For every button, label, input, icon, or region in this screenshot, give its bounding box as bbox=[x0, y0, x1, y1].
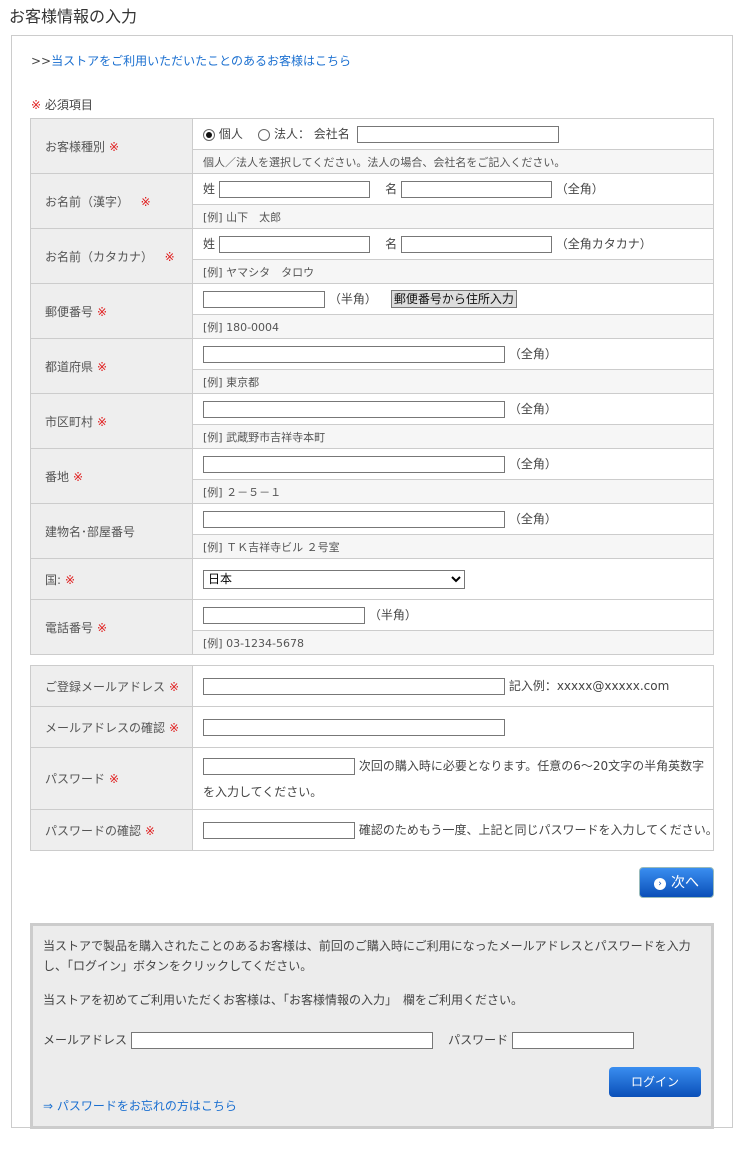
radio-individual-label: 個人 bbox=[218, 127, 243, 141]
required-note: ※ 必須項目 bbox=[31, 96, 93, 113]
example: [例] 180-0004 bbox=[192, 314, 714, 339]
new-customer-note: 当ストアを初めてご利用いただくお客様は、「お客様情報の入力」 欄をご利用ください… bbox=[43, 993, 524, 1007]
link-prefix: >> bbox=[31, 54, 52, 68]
label-email: ご登録メールアドレス ※ bbox=[30, 665, 193, 707]
login-password-input[interactable] bbox=[511, 1032, 634, 1049]
required-mark: ※ bbox=[31, 98, 42, 112]
note: （全角） bbox=[508, 512, 557, 526]
login-box: 当ストアで製品を購入されたことのあるお客様は、前回のご購入時にご利用になったメー… bbox=[30, 923, 714, 1129]
example: [例] 山下 太郎 bbox=[192, 204, 714, 229]
last-name-label: 姓 bbox=[203, 182, 216, 196]
last-name-kanji-input[interactable] bbox=[218, 181, 370, 198]
next-button[interactable]: › 次へ bbox=[639, 867, 714, 898]
required-mark: ※ bbox=[97, 414, 108, 429]
street-input[interactable] bbox=[203, 456, 505, 473]
login-password-label: パスワード bbox=[448, 1033, 509, 1047]
required-mark: ※ bbox=[73, 469, 84, 484]
login-email-label: メールアドレス bbox=[43, 1033, 128, 1047]
zip-input[interactable] bbox=[203, 290, 325, 308]
form-container: >>当ストアをご利用いただいたことのあるお客様はこちら ※ 必須項目 お客様種別… bbox=[11, 35, 733, 1129]
example: [例] ヤマシタ タロウ bbox=[192, 259, 714, 284]
customer-info-table: お客様種別 ※ 個人 法人： 会社名 個人／法人を選択してください。法人の場合、会… bbox=[30, 118, 714, 655]
label-zip: 郵便番号 ※ bbox=[30, 283, 193, 339]
last-name-kana-input[interactable] bbox=[218, 236, 370, 253]
forgot-password-link[interactable]: ⇒ パスワードをお忘れの方はこちら bbox=[43, 1096, 237, 1116]
label-name-kana: お名前（カタカナ） ※ bbox=[30, 228, 193, 284]
required-mark: ※ bbox=[97, 359, 108, 374]
note: （全角） bbox=[508, 347, 557, 361]
label-city: 市区町村 ※ bbox=[30, 393, 193, 449]
label-name-kanji: お名前（漢字） ※ bbox=[30, 173, 193, 229]
radio-corporate[interactable] bbox=[258, 128, 271, 141]
note: （半角） bbox=[328, 291, 377, 306]
note: 確認のためもう一度、上記と同じパスワードを入力してください。 bbox=[358, 823, 718, 837]
first-name-label: 名 bbox=[385, 237, 398, 251]
first-name-kanji-input[interactable] bbox=[400, 181, 552, 198]
account-table: ご登録メールアドレス ※ 記入例：xxxxx@xxxxx.com メールアドレスの… bbox=[30, 665, 718, 851]
login-button[interactable]: ログイン bbox=[609, 1067, 701, 1097]
country-select[interactable]: 日本 bbox=[203, 569, 465, 589]
company-label: 会社名 bbox=[313, 127, 350, 141]
city-input[interactable] bbox=[203, 401, 505, 418]
note: （全角カタカナ） bbox=[555, 237, 652, 251]
note: （全角） bbox=[555, 182, 604, 196]
required-mark: ※ bbox=[164, 249, 175, 264]
password-confirm-input[interactable] bbox=[203, 822, 355, 839]
example: [例] 03-1234-5678 bbox=[192, 630, 714, 655]
example: [例] 東京都 bbox=[192, 369, 714, 394]
returning-customer-link[interactable]: >>当ストアをご利用いただいたことのあるお客様はこちら bbox=[31, 52, 351, 69]
required-note-text: 必須項目 bbox=[44, 98, 93, 112]
example: [例] 武蔵野市吉祥寺本町 bbox=[192, 424, 714, 449]
page-title: お客様情報の入力 bbox=[9, 7, 138, 26]
label-street: 番地 ※ bbox=[30, 448, 193, 504]
last-name-label: 姓 bbox=[203, 237, 216, 251]
note: （半角） bbox=[368, 608, 417, 622]
label-country: 国: ※ bbox=[30, 558, 193, 600]
password-input[interactable] bbox=[203, 757, 355, 775]
first-name-label: 名 bbox=[385, 182, 398, 196]
company-name-input[interactable] bbox=[357, 126, 560, 143]
email-input[interactable] bbox=[203, 678, 505, 695]
label-email-confirm: メールアドレスの確認 ※ bbox=[30, 706, 193, 748]
radio-corporate-label: 法人： bbox=[273, 127, 310, 141]
required-mark: ※ bbox=[65, 572, 76, 587]
required-mark: ※ bbox=[109, 139, 120, 154]
required-mark: ※ bbox=[145, 823, 156, 838]
required-mark: ※ bbox=[140, 194, 151, 209]
building-input[interactable] bbox=[203, 511, 505, 528]
label-prefecture: 都道府県 ※ bbox=[30, 338, 193, 394]
email-confirm-input[interactable] bbox=[203, 718, 505, 736]
zip-lookup-button[interactable]: 郵便番号から住所入力 bbox=[390, 290, 517, 309]
required-mark: ※ bbox=[109, 772, 120, 786]
note: （全角） bbox=[508, 402, 557, 416]
required-mark: ※ bbox=[97, 304, 108, 319]
label-password: パスワード ※ bbox=[30, 747, 193, 810]
label-password-confirm: パスワードの確認 ※ bbox=[30, 809, 193, 851]
label-building: 建物名･部屋番号 bbox=[30, 503, 193, 559]
required-mark: ※ bbox=[169, 679, 180, 694]
label-phone: 電話番号 ※ bbox=[30, 599, 193, 655]
radio-individual[interactable] bbox=[203, 128, 215, 141]
link-text[interactable]: 当ストアをご利用いただいたことのあるお客様はこちら bbox=[51, 54, 351, 68]
note: （全角） bbox=[508, 457, 557, 471]
example: [例] ２－５－１ bbox=[192, 479, 714, 504]
required-mark: ※ bbox=[97, 620, 108, 635]
first-name-kana-input[interactable] bbox=[400, 236, 552, 253]
required-mark: ※ bbox=[169, 720, 180, 735]
prefecture-input[interactable] bbox=[203, 346, 505, 363]
phone-input[interactable] bbox=[203, 607, 365, 624]
example: [例] ＴＫ吉祥寺ビル ２号室 bbox=[192, 534, 714, 559]
login-instructions: 当ストアで製品を購入されたことのあるお客様は、前回のご購入時にご利用になったメー… bbox=[43, 939, 691, 973]
note: 記入例：xxxxx@xxxxx.com bbox=[508, 679, 670, 693]
customer-type-hint: 個人／法人を選択してください。法人の場合、会社名をご記入ください。 bbox=[192, 149, 714, 174]
chevron-right-icon: › bbox=[654, 878, 666, 890]
label-customer-type: お客様種別 ※ bbox=[30, 118, 193, 174]
login-email-input[interactable] bbox=[130, 1032, 433, 1049]
